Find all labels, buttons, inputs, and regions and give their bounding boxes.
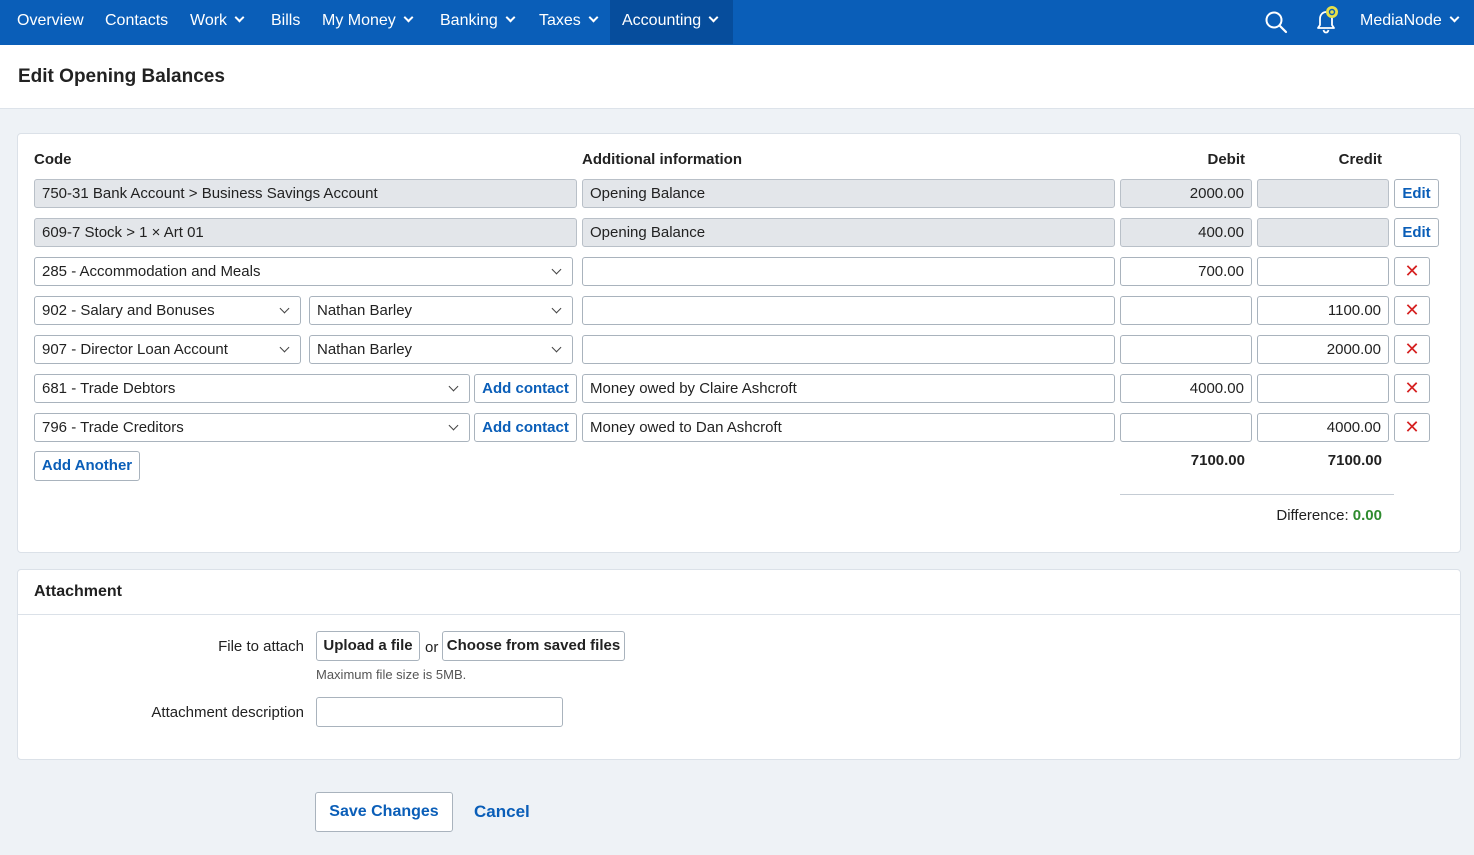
header-debit: Debit bbox=[1207, 151, 1246, 168]
add-another-button[interactable]: Add Another bbox=[34, 451, 140, 481]
page-title: Edit Opening Balances bbox=[18, 66, 225, 87]
chevron-down-icon bbox=[279, 303, 290, 314]
debit-field: 2000.00 bbox=[1120, 179, 1252, 208]
info-input[interactable] bbox=[582, 296, 1115, 325]
chevron-down-icon bbox=[448, 420, 459, 431]
nav-contacts[interactable]: Contacts bbox=[105, 0, 168, 44]
difference: Difference: 0.00 bbox=[1170, 507, 1382, 524]
file-to-attach-label: File to attach bbox=[218, 638, 304, 655]
debit-input[interactable] bbox=[1120, 413, 1252, 442]
info-input[interactable]: Money owed by Claire Ashcroft bbox=[582, 374, 1115, 403]
totals-divider bbox=[1120, 494, 1394, 495]
delete-row-button[interactable]: ✕ bbox=[1394, 257, 1430, 286]
chevron-down-icon bbox=[708, 12, 719, 23]
attachment-description-input[interactable] bbox=[316, 697, 563, 727]
chevron-down-icon bbox=[448, 381, 459, 392]
credit-input[interactable]: 1100.00 bbox=[1257, 296, 1389, 325]
header-credit: Credit bbox=[1338, 151, 1382, 168]
debit-field: 400.00 bbox=[1120, 218, 1252, 247]
chevron-down-icon bbox=[551, 342, 562, 353]
info-input[interactable] bbox=[582, 335, 1115, 364]
contact-select[interactable]: Nathan Barley bbox=[309, 296, 573, 325]
nav-banking[interactable]: Banking bbox=[440, 0, 516, 44]
delete-row-button[interactable]: ✕ bbox=[1394, 374, 1430, 403]
chevron-down-icon bbox=[588, 12, 599, 23]
delete-row-button[interactable]: ✕ bbox=[1394, 413, 1430, 442]
debit-input[interactable] bbox=[1120, 335, 1252, 364]
attachment-divider bbox=[18, 614, 1460, 615]
add-contact-button[interactable]: Add contact bbox=[474, 374, 577, 403]
delete-row-button[interactable]: ✕ bbox=[1394, 296, 1430, 325]
header-code: Code bbox=[34, 151, 72, 168]
page-header: Edit Opening Balances bbox=[0, 45, 1474, 109]
code-select[interactable]: 285 - Accommodation and Meals bbox=[34, 257, 573, 286]
edit-button[interactable]: Edit bbox=[1394, 218, 1439, 247]
chevron-down-icon bbox=[403, 12, 414, 23]
chevron-down-icon bbox=[234, 12, 245, 23]
contact-select[interactable]: Nathan Barley bbox=[309, 335, 573, 364]
add-contact-button[interactable]: Add contact bbox=[474, 413, 577, 442]
info-field: Opening Balance bbox=[582, 218, 1115, 247]
debit-input[interactable]: 4000.00 bbox=[1120, 374, 1252, 403]
info-input[interactable] bbox=[582, 257, 1115, 286]
info-field: Opening Balance bbox=[582, 179, 1115, 208]
total-debit: 7100.00 bbox=[1190, 452, 1245, 469]
notification-bell-icon[interactable] bbox=[1311, 4, 1345, 36]
chevron-down-icon bbox=[1449, 12, 1460, 23]
credit-input[interactable]: 2000.00 bbox=[1257, 335, 1389, 364]
chevron-down-icon bbox=[551, 264, 562, 275]
info-input[interactable]: Money owed to Dan Ashcroft bbox=[582, 413, 1115, 442]
code-select[interactable]: 902 - Salary and Bonuses bbox=[34, 296, 301, 325]
attachment-card bbox=[17, 569, 1461, 760]
code-field: 609-7 Stock > 1 × Art 01 bbox=[34, 218, 577, 247]
save-changes-button[interactable]: Save Changes bbox=[315, 792, 453, 832]
difference-value: 0.00 bbox=[1352, 507, 1382, 524]
code-select[interactable]: 907 - Director Loan Account bbox=[34, 335, 301, 364]
nav-bills[interactable]: Bills bbox=[271, 0, 300, 44]
attachment-title: Attachment bbox=[34, 583, 123, 600]
credit-input[interactable] bbox=[1257, 374, 1389, 403]
org-switcher[interactable]: MediaNode bbox=[1360, 0, 1460, 44]
attachment-description-label: Attachment description bbox=[151, 704, 304, 721]
credit-field bbox=[1257, 179, 1389, 208]
difference-label: Difference: bbox=[1276, 507, 1349, 524]
delete-row-button[interactable]: ✕ bbox=[1394, 335, 1430, 364]
header-info: Additional information bbox=[582, 151, 742, 168]
nav-work[interactable]: Work bbox=[190, 0, 245, 44]
nav-taxes[interactable]: Taxes bbox=[539, 0, 599, 44]
edit-button[interactable]: Edit bbox=[1394, 179, 1439, 208]
code-field: 750-31 Bank Account > Business Savings A… bbox=[34, 179, 577, 208]
chevron-down-icon bbox=[505, 12, 516, 23]
chevron-down-icon bbox=[279, 342, 290, 353]
credit-field bbox=[1257, 218, 1389, 247]
credit-input[interactable]: 4000.00 bbox=[1257, 413, 1389, 442]
search-icon[interactable] bbox=[1264, 10, 1288, 34]
max-size-note: Maximum file size is 5MB. bbox=[316, 667, 467, 682]
choose-saved-files-button[interactable]: Choose from saved files bbox=[442, 631, 625, 661]
chevron-down-icon bbox=[551, 303, 562, 314]
code-select[interactable]: 681 - Trade Debtors bbox=[34, 374, 470, 403]
debit-input[interactable]: 700.00 bbox=[1120, 257, 1252, 286]
credit-input[interactable] bbox=[1257, 257, 1389, 286]
cancel-link[interactable]: Cancel bbox=[474, 802, 530, 822]
top-nav: Overview Contacts Work Bills My Money Ba… bbox=[0, 0, 1474, 45]
code-select[interactable]: 796 - Trade Creditors bbox=[34, 413, 470, 442]
upload-file-button[interactable]: Upload a file bbox=[316, 631, 420, 661]
nav-accounting[interactable]: Accounting bbox=[610, 0, 733, 44]
debit-input[interactable] bbox=[1120, 296, 1252, 325]
or-text: or bbox=[425, 639, 439, 656]
nav-overview[interactable]: Overview bbox=[17, 0, 84, 44]
total-credit: 7100.00 bbox=[1327, 452, 1382, 469]
nav-my-money[interactable]: My Money bbox=[322, 0, 414, 44]
